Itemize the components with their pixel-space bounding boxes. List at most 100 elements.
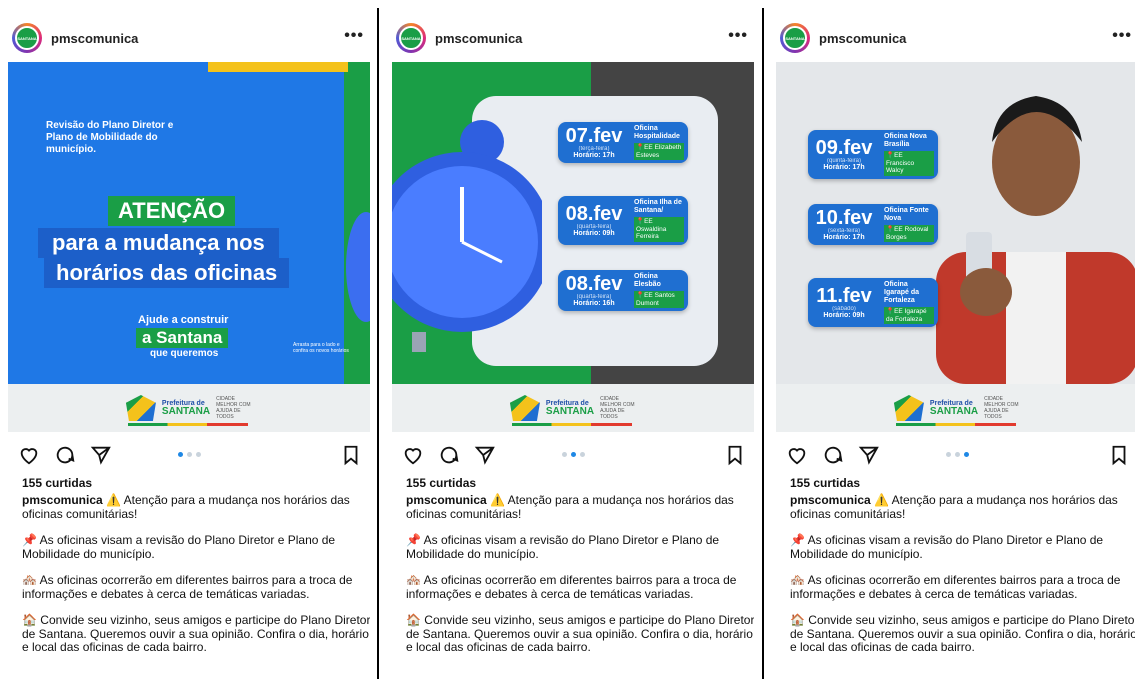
caption-username[interactable]: pmscomunica <box>22 493 103 507</box>
schedule-time: Horário: 09h <box>573 229 615 237</box>
username[interactable]: pmscomunica <box>51 31 138 46</box>
santana-tag: a Santana <box>136 328 229 348</box>
avatar[interactable]: SANTANA <box>12 23 42 53</box>
schedule-weekday: (sábado) <box>832 306 856 312</box>
schedule-date-block: 08.fev (quarta-feira) Horário: 16h <box>558 270 630 311</box>
post-image[interactable]: 07.fev (terça-feira) Horário: 17h Oficina H… <box>392 62 754 432</box>
heart-icon[interactable] <box>18 444 40 466</box>
likes-count[interactable]: 155 curtidas <box>790 476 860 490</box>
bookmark-icon[interactable] <box>724 444 746 466</box>
carousel-dot <box>562 452 567 457</box>
avatar-logo: SANTANA <box>399 26 423 50</box>
schedule-weekday: (quinta-feira) <box>826 157 861 164</box>
carousel-dot <box>178 452 183 457</box>
arraste-text: Arrasta para o lado e confira os novos h… <box>293 342 349 354</box>
username[interactable]: pmscomunica <box>435 31 522 46</box>
slogan: CIDADE MELHOR COM AJUDA DE TODOS <box>984 396 1019 420</box>
schedule-card: 07.fev (terça-feira) Horário: 17h Oficina H… <box>558 122 688 163</box>
caption-paragraph: 🏘️ As oficinas ocorrerão em diferentes b… <box>790 573 1121 601</box>
carousel-indicator <box>946 452 969 457</box>
carousel-dot <box>964 452 969 457</box>
schedule-oficina: Oficina Fonte Nova <box>884 207 929 222</box>
post-header: SANTANA pmscomunica ••• <box>392 22 754 54</box>
post-header: SANTANA pmscomunica ••• <box>776 22 1135 54</box>
more-icon[interactable]: ••• <box>728 27 748 45</box>
bookmark-icon[interactable] <box>1108 444 1130 466</box>
schedule-location: 📍EE Rodoval Borges <box>884 225 934 242</box>
caption: pmscomunica ⚠️ Atenção para a mudança no… <box>22 493 370 668</box>
caption-paragraph: 🏘️ As oficinas ocorrerão em diferentes b… <box>406 573 737 601</box>
slide-artwork: 09.fev (quinta-feira) Horário: 17h Oficina … <box>776 62 1135 384</box>
prefeitura-name: Prefeitura de SANTANA <box>929 400 979 417</box>
schedule-date-block: 08.fev (quarta-feira) Horário: 09h <box>558 200 630 241</box>
post-panel-2: SANTANA pmscomunica ••• 07.fev (terça-fei… <box>392 0 754 679</box>
share-icon[interactable] <box>858 444 880 466</box>
carousel-dot <box>571 452 576 457</box>
slide-artwork: Revisão do Plano Diretor e Plano de Mobi… <box>8 62 370 384</box>
prefeitura-logo: Prefeitura de SANTANA CIDADE MELHOR COM A… <box>125 395 252 421</box>
atencao-title: ATENÇÃO <box>108 196 236 226</box>
crest-icon <box>509 395 540 421</box>
schedule-time: Horário: 17h <box>823 163 865 171</box>
comment-icon[interactable] <box>438 444 460 466</box>
schedule-location: 📍EE Igarapé da Fortaleza <box>884 307 934 324</box>
avatar[interactable]: SANTANA <box>780 23 810 53</box>
schedule-date-block: 07.fev (terça-feira) Horário: 17h <box>558 122 630 163</box>
schedule-oficina: Oficina Ilha de Santana/ <box>634 199 682 214</box>
schedule-info: Oficina Nova Brasília 📍EE Francisco Walcy <box>880 130 938 179</box>
post-footer-banner: Prefeitura de SANTANA CIDADE MELHOR COM A… <box>392 384 754 432</box>
post-image[interactable]: Revisão do Plano Diretor e Plano de Mobi… <box>8 62 370 432</box>
yellow-band <box>208 62 348 72</box>
caption-paragraph: 🏠 Convide seu vizinho, seus amigos e par… <box>22 613 370 654</box>
schedule-info: Oficina Fonte Nova 📍EE Rodoval Borges <box>880 204 938 245</box>
crest-icon <box>125 395 156 421</box>
color-stripe <box>512 423 632 426</box>
likes-count[interactable]: 155 curtidas <box>22 476 92 490</box>
avatar[interactable]: SANTANA <box>396 23 426 53</box>
post-footer-banner: Prefeitura de SANTANA CIDADE MELHOR COM A… <box>8 384 370 432</box>
action-bar <box>392 440 754 468</box>
schedule-date-block: 09.fev (quinta-feira) Horário: 17h <box>808 134 880 175</box>
slogan: CIDADE MELHOR COM AJUDA DE TODOS <box>216 396 251 420</box>
likes-count[interactable]: 155 curtidas <box>406 476 476 490</box>
post-header: SANTANA pmscomunica ••• <box>8 22 370 54</box>
ajude-text: Ajude a construir <box>138 314 229 326</box>
heart-icon[interactable] <box>402 444 424 466</box>
queremos-text: que queremos <box>150 348 219 359</box>
post-panel-1: SANTANA pmscomunica ••• Revisão do Plano… <box>8 0 370 679</box>
action-bar <box>776 440 1135 468</box>
share-icon[interactable] <box>90 444 112 466</box>
schedule-info: Oficina Elesbão 📍EE Santos Dumont <box>630 270 688 311</box>
caption: pmscomunica ⚠️ Atenção para a mudança no… <box>406 493 754 668</box>
caption-username[interactable]: pmscomunica <box>790 493 871 507</box>
carousel-indicator <box>178 452 201 457</box>
carousel-dot <box>196 452 201 457</box>
carousel-dot <box>955 452 960 457</box>
caption-paragraph: 📌 As oficinas visam a revisão do Plano D… <box>790 533 1104 561</box>
prefeitura-name: Prefeitura de SANTANA <box>545 400 595 417</box>
comment-icon[interactable] <box>54 444 76 466</box>
more-icon[interactable]: ••• <box>344 27 364 45</box>
schedule-date: 08.fev <box>565 273 623 295</box>
schedule-card: 09.fev (quinta-feira) Horário: 17h Oficina … <box>808 130 938 179</box>
schedule-card: 11.fev (sábado) Horário: 09h Oficina Igarap… <box>808 278 938 327</box>
more-icon[interactable]: ••• <box>1112 27 1132 45</box>
heart-icon[interactable] <box>786 444 808 466</box>
schedule-location: 📍EE Elizabeth Esteves <box>634 143 684 160</box>
collage: SANTANA pmscomunica ••• Revisão do Plano… <box>0 0 1135 679</box>
action-bar <box>8 440 370 468</box>
schedule-weekday: (sexta-feira) <box>827 228 860 234</box>
share-icon[interactable] <box>474 444 496 466</box>
post-image[interactable]: 09.fev (quinta-feira) Horário: 17h Oficina … <box>776 62 1135 432</box>
schedule-date: 09.fev <box>815 136 873 159</box>
caption-paragraph: 📌 As oficinas visam a revisão do Plano D… <box>406 533 720 561</box>
headline-2: horários das oficinas <box>44 258 290 288</box>
username[interactable]: pmscomunica <box>819 31 906 46</box>
comment-icon[interactable] <box>822 444 844 466</box>
bookmark-icon[interactable] <box>340 444 362 466</box>
schedule-oficina: Oficina Igarapé da Fortaleza <box>884 281 920 304</box>
schedule-info: Oficina Igarapé da Fortaleza 📍EE Igarapé … <box>880 278 938 327</box>
caption-username[interactable]: pmscomunica <box>406 493 487 507</box>
divider <box>762 8 764 679</box>
avatar-logo: SANTANA <box>783 26 807 50</box>
